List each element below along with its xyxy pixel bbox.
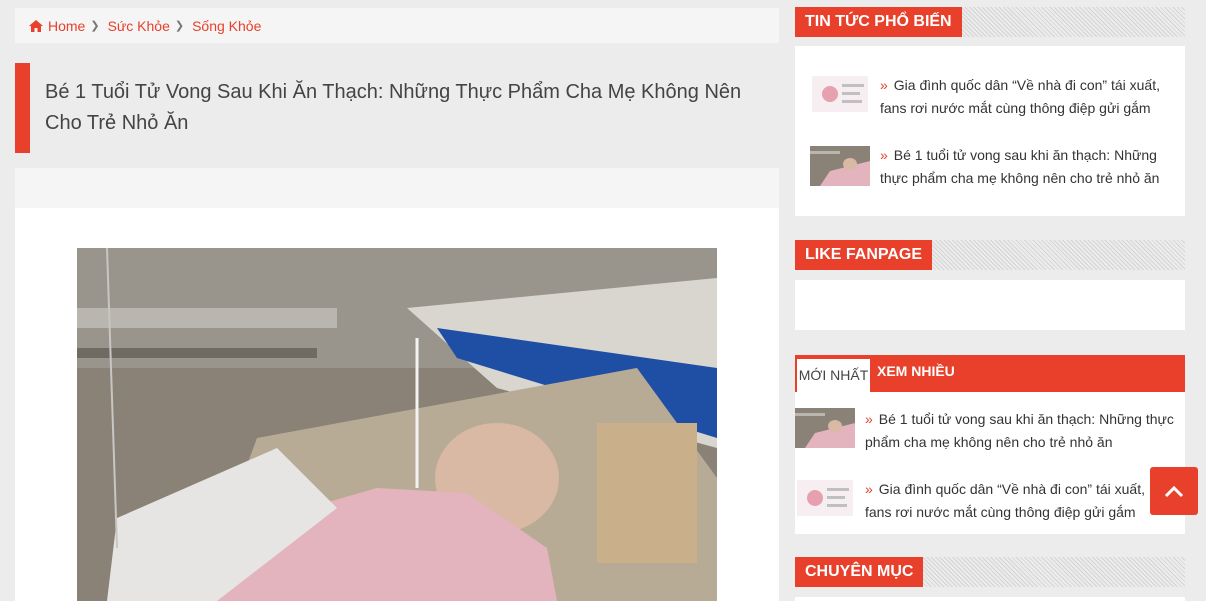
categories-widget-header: CHUYÊN MỤC [795, 557, 1185, 587]
home-icon [29, 19, 43, 32]
post-title[interactable]: » Bé 1 tuổi tử vong sau khi ăn thạch: Nhữ… [880, 144, 1180, 190]
double-chevron-right-icon: » [865, 481, 873, 497]
article-photo [77, 248, 717, 601]
popular-widget-title: TIN TỨC PHỔ BIẾN [795, 7, 962, 37]
breadcrumb-healthy-living[interactable]: Sống Khỏe [192, 18, 261, 34]
scroll-top-button[interactable] [1150, 467, 1198, 515]
post-title-text: Gia đình quốc dân “Về nhà đi con” tái xu… [880, 77, 1160, 116]
popular-widget: » Gia đình quốc dân “Về nhà đi con” tái x… [795, 46, 1185, 216]
post-thumbnail[interactable] [795, 408, 855, 448]
post-thumbnail[interactable] [810, 146, 870, 186]
tab-most-viewed[interactable]: XEM NHIỀU [877, 355, 955, 388]
double-chevron-right-icon: » [880, 147, 888, 163]
post-title[interactable]: » Gia đình quốc dân “Về nhà đi con” tái x… [880, 74, 1180, 120]
article-title-box: Bé 1 Tuổi Tử Vong Sau Khi Ăn Thạch: Nhữn… [15, 63, 779, 153]
chevron-right-icon: ❯ [90, 20, 100, 32]
page-title: Bé 1 Tuổi Tử Vong Sau Khi Ăn Thạch: Nhữn… [45, 81, 742, 134]
categories-widget [795, 597, 1185, 601]
fanpage-widget [795, 280, 1185, 330]
breadcrumb-home[interactable]: Home ❯ [29, 18, 108, 34]
post-title[interactable]: » Gia đình quốc dân “Về nhà đi con” tái x… [865, 478, 1145, 524]
post-title-text: Bé 1 tuổi tử vong sau khi ăn thạch: Nhữn… [865, 411, 1174, 450]
post-tabs: MỚI NHẤT XEM NHIỀU [795, 355, 1185, 392]
breadcrumb-healthy-living-label: Sống Khỏe [192, 17, 262, 34]
chevron-up-icon [1164, 485, 1184, 498]
article-meta-bar [15, 168, 779, 208]
tabs-widget: » Bé 1 tuổi tử vong sau khi ăn thạch: Nhữ… [795, 392, 1185, 534]
fanpage-widget-header: LIKE FANPAGE [795, 240, 1185, 270]
post-thumbnail[interactable] [795, 478, 855, 518]
breadcrumb-health-label: Sức Khỏe [107, 17, 170, 34]
post-thumbnail[interactable] [810, 74, 870, 114]
article-body [15, 208, 779, 601]
post-title-text: Bé 1 tuổi tử vong sau khi ăn thạch: Nhữn… [880, 147, 1160, 186]
chevron-right-icon: ❯ [174, 20, 185, 32]
tab-latest[interactable]: MỚI NHẤT [797, 359, 870, 392]
breadcrumb-health[interactable]: Sức Khỏe ❯ [108, 18, 193, 34]
fanpage-widget-title: LIKE FANPAGE [795, 240, 933, 270]
double-chevron-right-icon: » [880, 77, 888, 93]
popular-widget-header: TIN TỨC PHỔ BIẾN [795, 7, 1185, 37]
categories-widget-title: CHUYÊN MỤC [795, 557, 924, 587]
post-title[interactable]: » Bé 1 tuổi tử vong sau khi ăn thạch: Nhữ… [865, 408, 1180, 454]
breadcrumb: Home ❯ Sức Khỏe ❯ Sống Khỏe [15, 8, 779, 43]
breadcrumb-home-label: Home [48, 17, 86, 34]
post-title-text: Gia đình quốc dân “Về nhà đi con” tái xu… [865, 481, 1145, 520]
double-chevron-right-icon: » [865, 411, 873, 427]
